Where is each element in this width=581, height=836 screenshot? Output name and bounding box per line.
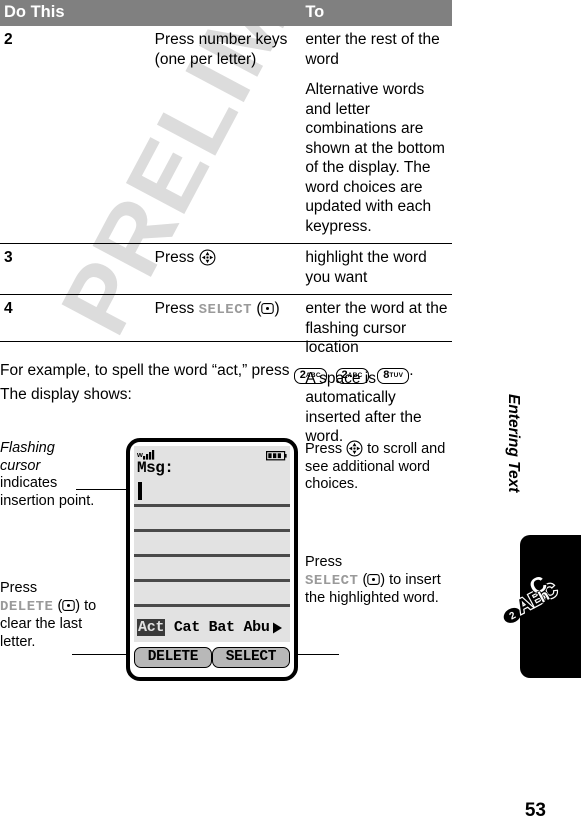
annotation-emphasis: Flashing cursor (0, 440, 55, 474)
nav-key-icon (199, 249, 216, 266)
annotation-select-key: Press SELECT () to insert the highlighte… (305, 554, 441, 606)
example-text-after: . (409, 362, 414, 379)
annotation-text-before: Press (0, 580, 38, 596)
select-key-icon (261, 302, 275, 315)
softkey-label-select: SELECT (305, 572, 359, 589)
phone-illustration: w Msg: Act Cat Bat Abu DELETE SELECT (126, 438, 298, 681)
screen-text-rule (134, 604, 290, 607)
step-to: highlight the word you want (301, 243, 452, 295)
press-label: Press (154, 249, 199, 266)
table-row: 3 Press highlight the word you want (0, 243, 452, 295)
word-choice-alt[interactable]: Bat (209, 619, 235, 636)
column-header-to: To (301, 0, 452, 26)
leader-line-cursor (76, 489, 130, 491)
screen-text-rule (134, 554, 290, 557)
phone-status-bar: w (134, 446, 290, 461)
step-do-this: Press (150, 243, 302, 295)
word-choice-list[interactable]: Act Cat Bat Abu (137, 619, 287, 639)
step-number: 2 (4, 31, 13, 48)
step-do-text: Press SELECT () (154, 300, 280, 318)
step-to-note: Alternative words and letter combination… (305, 81, 445, 235)
phone-display-figure: Flashing cursor indicates insertion poin… (0, 432, 470, 692)
press-label: Press (154, 300, 199, 317)
step-to-text: highlight the word you want (305, 249, 427, 286)
annotation-text: indicates insertion point. (0, 475, 95, 509)
step-do-this: Press number keys (one per letter) (151, 26, 302, 244)
step-to: enter the rest of the word Alternative w… (301, 26, 452, 244)
word-choice-selected[interactable]: Act (137, 619, 166, 636)
leader-line-select (297, 654, 339, 656)
step-to-text: enter the word at the flashing cursor lo… (305, 300, 448, 356)
battery-full-icon (266, 448, 287, 466)
annotation-delete-key: Press DELETE () to clear the last letter… (0, 580, 97, 650)
phone-screen: w Msg: Act Cat Bat Abu (134, 446, 290, 642)
example-paragraph: For example, to spell the word “act,” pr… (0, 360, 460, 405)
select-key-icon (62, 599, 76, 612)
phone-softkey-bar: DELETE SELECT (134, 645, 290, 672)
softkey-label-delete: DELETE (0, 598, 54, 615)
annotation-flashing-cursor: Flashing cursor indicates insertion poin… (0, 440, 95, 510)
column-header-do-this: Do This (0, 0, 302, 26)
numeric-key-8-icon: 8TUV (377, 368, 410, 384)
word-choice-alt[interactable]: Abu (243, 619, 269, 636)
chapter-title: Entering Text (505, 394, 522, 493)
screen-text-rule (134, 504, 290, 507)
example-text-line2: The display shows: (0, 386, 132, 403)
abc-text-entry-icon: 2 ABC C h (496, 569, 563, 628)
leader-line-delete (72, 654, 130, 656)
page-number: 53 (524, 800, 546, 821)
annotation-nav-scroll: Press to scroll and see additional word … (305, 440, 455, 494)
page-content: Do This To 2 Press number keys (one per … (0, 0, 460, 836)
table-row: 2 Press number keys (one per letter) ent… (0, 26, 452, 244)
table-header-row: Do This To (0, 0, 452, 26)
screen-text-rule (134, 529, 290, 532)
message-field-label: Msg: (137, 459, 174, 477)
screen-text-rule (134, 579, 290, 582)
table-bottom-rule (0, 341, 452, 342)
word-choice-alt[interactable]: Cat (174, 619, 200, 636)
right-arrow-icon[interactable] (271, 621, 283, 640)
softkey-label-select: SELECT (198, 302, 253, 318)
step-do-text: Press (155, 248, 298, 268)
softkey-select-button[interactable]: SELECT (212, 647, 290, 668)
select-key-icon (367, 573, 381, 586)
numeric-key-2-icon: 2ABC (335, 368, 369, 384)
chapter-side-tab: Entering Text 2 ABC C h (500, 390, 581, 678)
annotation-text-before: Press (305, 441, 347, 457)
step-number: 3 (0, 243, 151, 295)
step-do-text: Press number keys (one per letter) (154, 31, 288, 68)
text-cursor (138, 482, 142, 500)
softkey-delete-button[interactable]: DELETE (134, 647, 212, 668)
example-text-before: For example, to spell the word “act,” pr… (0, 362, 294, 379)
annotation-text-before: Press (305, 554, 343, 570)
numeric-key-2-icon: 2ABC (293, 368, 327, 384)
nav-key-icon (346, 440, 363, 457)
step-to-text: enter the rest of the word (305, 31, 440, 68)
svg-text:w: w (137, 450, 143, 459)
